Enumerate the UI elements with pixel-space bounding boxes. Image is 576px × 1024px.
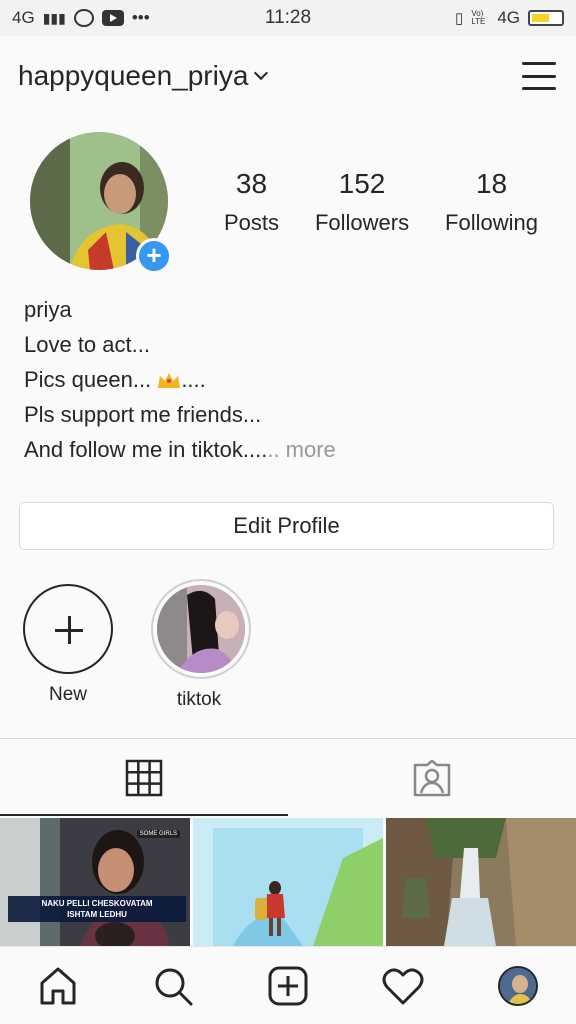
volte-indicator: Vo) LTE (471, 9, 486, 26)
username: happyqueen_priya (18, 60, 249, 91)
highlight-cover-image (157, 585, 245, 673)
bio-line: And follow me in tiktok...... more (24, 437, 336, 462)
heart-icon (382, 968, 424, 1004)
plus-icon[interactable] (23, 584, 113, 674)
following-label: Following (445, 210, 538, 235)
following-count: 18 (475, 168, 508, 199)
network-indicator-right: 4G (497, 8, 520, 27)
stat-posts[interactable]: 38 Posts (224, 168, 279, 236)
nav-home[interactable] (28, 956, 88, 1016)
grid-icon (125, 759, 163, 796)
highlight-tiktok[interactable]: tiktok (151, 579, 251, 711)
followers-label: Followers (314, 210, 410, 235)
battery-icon (528, 10, 564, 26)
profile-bio: priya Love to act... Pics queen... .... … (24, 292, 336, 467)
highlight-cover-ring[interactable] (151, 579, 251, 679)
home-icon (40, 967, 76, 1004)
status-bar: 4G ▮▮▮ ••• 11:28 ▯ Vo) LTE 4G (0, 0, 576, 36)
bio-more-link[interactable]: .. more (267, 437, 335, 462)
posts-label: Posts (223, 210, 279, 235)
status-right: ▯ Vo) LTE 4G (455, 8, 564, 28)
bottom-navigation (0, 946, 576, 1024)
menu-icon[interactable] (522, 62, 556, 90)
add-story-button[interactable]: + (136, 238, 172, 274)
stat-following[interactable]: 18 Following (445, 168, 538, 236)
profile-avatar-small (498, 965, 539, 1006)
whatsapp-icon (73, 9, 94, 27)
tagged-icon (413, 759, 451, 796)
posts-count: 38 (235, 168, 268, 199)
tab-grid[interactable] (0, 739, 288, 816)
search-icon (155, 968, 193, 1005)
more-notifications-icon: ••• (131, 8, 150, 27)
profile-tabs (0, 738, 576, 816)
display-name: priya (24, 297, 72, 322)
tab-tagged[interactable] (288, 739, 576, 816)
youtube-icon (101, 10, 124, 26)
post-caption-overlay: NAKU PELLI CHESKOVATAM ISHTAM LEDHU (8, 896, 186, 922)
post-sticker: SOME GIRLS (136, 830, 180, 838)
stat-followers[interactable]: 152 Followers (315, 168, 409, 236)
vibrate-icon: ▯ (455, 10, 464, 27)
account-switcher[interactable]: happyqueen_priya (18, 60, 269, 92)
highlight-new[interactable]: New (20, 584, 116, 706)
nav-activity[interactable] (373, 956, 433, 1016)
profile-avatar-container[interactable]: + (30, 132, 172, 274)
post-thumbnail[interactable] (193, 818, 383, 946)
signal-icon: ▮▮▮ (42, 9, 66, 26)
followers-count: 152 (338, 168, 386, 199)
nav-add-post[interactable] (258, 956, 318, 1016)
status-left: 4G ▮▮▮ ••• (12, 8, 150, 28)
chevron-down-icon (254, 65, 269, 81)
bio-line: Love to act... (24, 332, 150, 357)
highlight-label: tiktok (176, 689, 222, 710)
network-indicator: 4G (12, 8, 35, 27)
add-post-icon (268, 966, 308, 1005)
nav-profile[interactable] (488, 956, 548, 1016)
crown-emoji-icon (158, 373, 181, 388)
profile-stats: 38 Posts 152 Followers 18 Following (206, 168, 556, 236)
highlight-label: New (48, 684, 87, 705)
profile-header: happyqueen_priya (0, 36, 576, 116)
nav-search[interactable] (143, 956, 203, 1016)
bio-line: Pls support me friends... (24, 402, 262, 427)
post-thumbnail[interactable]: SOME GIRLS NAKU PELLI CHESKOVATAM ISHTAM… (0, 818, 190, 946)
edit-profile-button[interactable]: Edit Profile (19, 502, 554, 550)
post-thumbnail[interactable] (386, 818, 576, 946)
bio-line: Pics queen... .... (24, 367, 206, 392)
posts-grid: SOME GIRLS NAKU PELLI CHESKOVATAM ISHTAM… (0, 818, 576, 946)
